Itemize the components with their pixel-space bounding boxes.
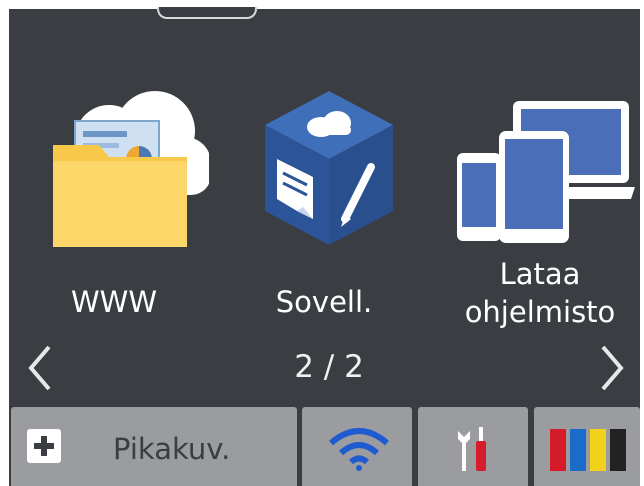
app-tile-sovell[interactable]: Sovell. (229, 87, 419, 327)
wifi-icon (329, 427, 389, 475)
chevron-left-icon[interactable] (25, 343, 55, 397)
chevron-right-icon[interactable] (597, 343, 627, 397)
settings-tools-icon (456, 427, 492, 475)
ink-button[interactable] (534, 407, 640, 486)
app-label: WWW (70, 285, 158, 319)
settings-button[interactable] (418, 407, 528, 486)
download-devices-icon (455, 101, 635, 250)
top-tab-handle (157, 7, 257, 19)
page-indicator: 2 / 2 (294, 349, 364, 385)
plus-icon (27, 429, 61, 467)
apps-cube-icon (259, 89, 399, 253)
web-folder-cloud-icon (39, 87, 211, 251)
shortcuts-label: Pikakuv. (113, 432, 231, 466)
ink-cartridges-icon (550, 429, 628, 475)
app-tile-www[interactable]: WWW (19, 87, 211, 327)
app-tile-lataa-ohjelmisto[interactable]: Lataa ohjelmisto (445, 87, 635, 347)
touchscreen: WWW Sovell. Lataa ohjelmisto 2 / 2 Pikak… (9, 7, 640, 486)
app-label: Lataa ohjelmisto (464, 257, 616, 329)
wifi-button[interactable] (302, 407, 412, 486)
shortcuts-button[interactable]: Pikakuv. (11, 407, 297, 486)
app-label: Sovell. (275, 285, 373, 319)
